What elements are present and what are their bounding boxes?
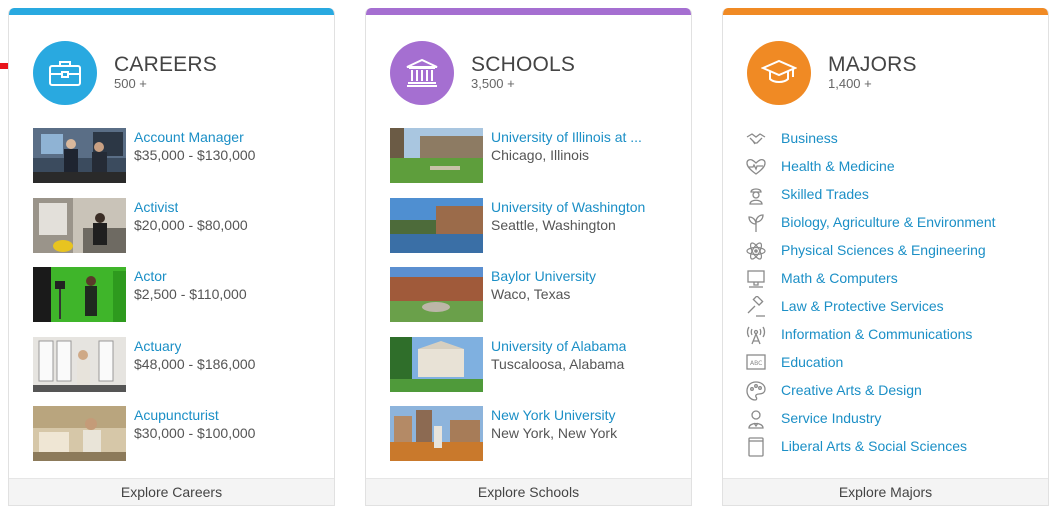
career-item-actuary[interactable]: Actuary $48,000 - $186,000 xyxy=(33,337,323,392)
career-item-actor[interactable]: Actor $2,500 - $110,000 xyxy=(33,267,323,322)
chalkboard-icon: ABC xyxy=(746,354,766,370)
service-person-icon xyxy=(748,410,764,429)
atom-icon xyxy=(746,242,766,260)
major-item-physical-sciences[interactable]: Physical Sciences & Engineering xyxy=(745,240,1045,262)
major-item-math-computers[interactable]: Math & Computers xyxy=(745,268,1045,290)
school-location: Tuscaloosa, Alabama xyxy=(491,356,625,372)
career-title[interactable]: Acupuncturist xyxy=(134,407,219,423)
school-name[interactable]: University of Illinois at ... xyxy=(491,129,642,145)
careers-accent-bar xyxy=(9,8,334,15)
careers-title[interactable]: CAREERS xyxy=(114,53,217,77)
career-thumbnail[interactable] xyxy=(33,267,126,322)
major-label[interactable]: Health & Medicine xyxy=(781,158,895,174)
major-item-biology[interactable]: Biology, Agriculture & Environment xyxy=(745,212,1045,234)
school-location: New York, New York xyxy=(491,425,618,441)
schools-accent-bar xyxy=(366,8,691,15)
school-thumbnail[interactable] xyxy=(390,198,483,253)
major-item-law[interactable]: Law & Protective Services xyxy=(745,296,1045,318)
book-icon xyxy=(748,437,764,457)
major-label[interactable]: Liberal Arts & Social Sciences xyxy=(781,438,967,454)
explore-careers-button[interactable]: Explore Careers xyxy=(9,478,334,505)
major-label[interactable]: Information & Communications xyxy=(781,326,972,342)
majors-title[interactable]: MAJORS xyxy=(828,53,917,77)
major-label[interactable]: Skilled Trades xyxy=(781,186,869,202)
career-thumbnail[interactable] xyxy=(33,198,126,253)
heartbeat-icon xyxy=(746,158,766,175)
careers-card: CAREERS 500 + Account Manager $35,000 - … xyxy=(8,8,335,506)
career-title[interactable]: Activist xyxy=(134,199,178,215)
major-label[interactable]: Education xyxy=(781,354,843,370)
explore-schools-button[interactable]: Explore Schools xyxy=(366,478,691,505)
career-salary: $35,000 - $130,000 xyxy=(134,147,256,163)
svg-text:ABC: ABC xyxy=(750,360,762,367)
briefcase-icon[interactable] xyxy=(33,41,97,105)
schools-count: 3,500 + xyxy=(471,76,515,91)
school-thumbnail[interactable] xyxy=(390,267,483,322)
school-thumbnail[interactable] xyxy=(390,337,483,392)
school-thumbnail[interactable] xyxy=(390,406,483,461)
major-item-liberal-arts[interactable]: Liberal Arts & Social Sciences xyxy=(745,436,1045,458)
antenna-icon xyxy=(746,326,766,345)
school-name[interactable]: New York University xyxy=(491,407,616,423)
major-item-information[interactable]: Information & Communications xyxy=(745,324,1045,346)
majors-accent-bar xyxy=(723,8,1048,15)
major-item-education[interactable]: ABC Education xyxy=(745,352,1045,374)
major-label[interactable]: Physical Sciences & Engineering xyxy=(781,242,986,258)
career-item-acupuncturist[interactable]: Acupuncturist $30,000 - $100,000 xyxy=(33,406,323,461)
school-item-nyu[interactable]: New York University New York, New York xyxy=(390,406,680,461)
major-label[interactable]: Creative Arts & Design xyxy=(781,382,922,398)
school-item-alabama[interactable]: University of Alabama Tuscaloosa, Alabam… xyxy=(390,337,680,392)
major-item-creative-arts[interactable]: Creative Arts & Design xyxy=(745,380,1045,402)
handshake-icon xyxy=(746,133,766,145)
majors-card: MAJORS 1,400 + Business Health & Medicin… xyxy=(722,8,1049,506)
career-salary: $48,000 - $186,000 xyxy=(134,356,256,372)
palette-icon xyxy=(746,381,766,401)
career-thumbnail[interactable] xyxy=(33,128,126,183)
major-label[interactable]: Biology, Agriculture & Environment xyxy=(781,214,996,230)
career-title[interactable]: Actuary xyxy=(134,338,181,354)
major-label[interactable]: Business xyxy=(781,130,838,146)
plant-icon xyxy=(748,214,764,232)
career-title[interactable]: Account Manager xyxy=(134,129,244,145)
career-item-activist[interactable]: Activist $20,000 - $80,000 xyxy=(33,198,323,253)
schools-title[interactable]: SCHOOLS xyxy=(471,53,575,77)
schools-card: SCHOOLS 3,500 + University of Illinois a… xyxy=(365,8,692,506)
school-location: Seattle, Washington xyxy=(491,217,616,233)
career-salary: $20,000 - $80,000 xyxy=(134,217,248,233)
worker-icon xyxy=(749,188,763,205)
major-item-service-industry[interactable]: Service Industry xyxy=(745,408,1045,430)
school-item-uw[interactable]: University of Washington Seattle, Washin… xyxy=(390,198,680,253)
school-name[interactable]: University of Washington xyxy=(491,199,645,215)
career-salary: $30,000 - $100,000 xyxy=(134,425,256,441)
careers-count: 500 + xyxy=(114,76,147,91)
career-thumbnail[interactable] xyxy=(33,337,126,392)
school-name[interactable]: University of Alabama xyxy=(491,338,626,354)
major-label[interactable]: Math & Computers xyxy=(781,270,898,286)
career-salary: $2,500 - $110,000 xyxy=(134,286,247,302)
school-item-baylor[interactable]: Baylor University Waco, Texas xyxy=(390,267,680,322)
school-name[interactable]: Baylor University xyxy=(491,268,596,284)
majors-count: 1,400 + xyxy=(828,76,872,91)
major-label[interactable]: Service Industry xyxy=(781,410,881,426)
graduation-cap-icon[interactable] xyxy=(747,41,811,105)
school-location: Chicago, Illinois xyxy=(491,147,590,163)
major-label[interactable]: Law & Protective Services xyxy=(781,298,944,314)
major-item-skilled-trades[interactable]: Skilled Trades xyxy=(745,184,1045,206)
school-item-uic[interactable]: University of Illinois at ... Chicago, I… xyxy=(390,128,680,183)
school-thumbnail[interactable] xyxy=(390,128,483,183)
major-item-business[interactable]: Business xyxy=(745,128,1045,150)
explore-majors-button[interactable]: Explore Majors xyxy=(723,478,1048,505)
career-thumbnail[interactable] xyxy=(33,406,126,461)
school-location: Waco, Texas xyxy=(491,286,571,302)
major-item-health-medicine[interactable]: Health & Medicine xyxy=(745,156,1045,178)
career-item-account-manager[interactable]: Account Manager $35,000 - $130,000 xyxy=(33,128,323,183)
career-title[interactable]: Actor xyxy=(134,268,167,284)
computer-icon xyxy=(747,270,765,288)
university-building-icon[interactable] xyxy=(390,41,454,105)
gavel-icon xyxy=(747,296,765,317)
